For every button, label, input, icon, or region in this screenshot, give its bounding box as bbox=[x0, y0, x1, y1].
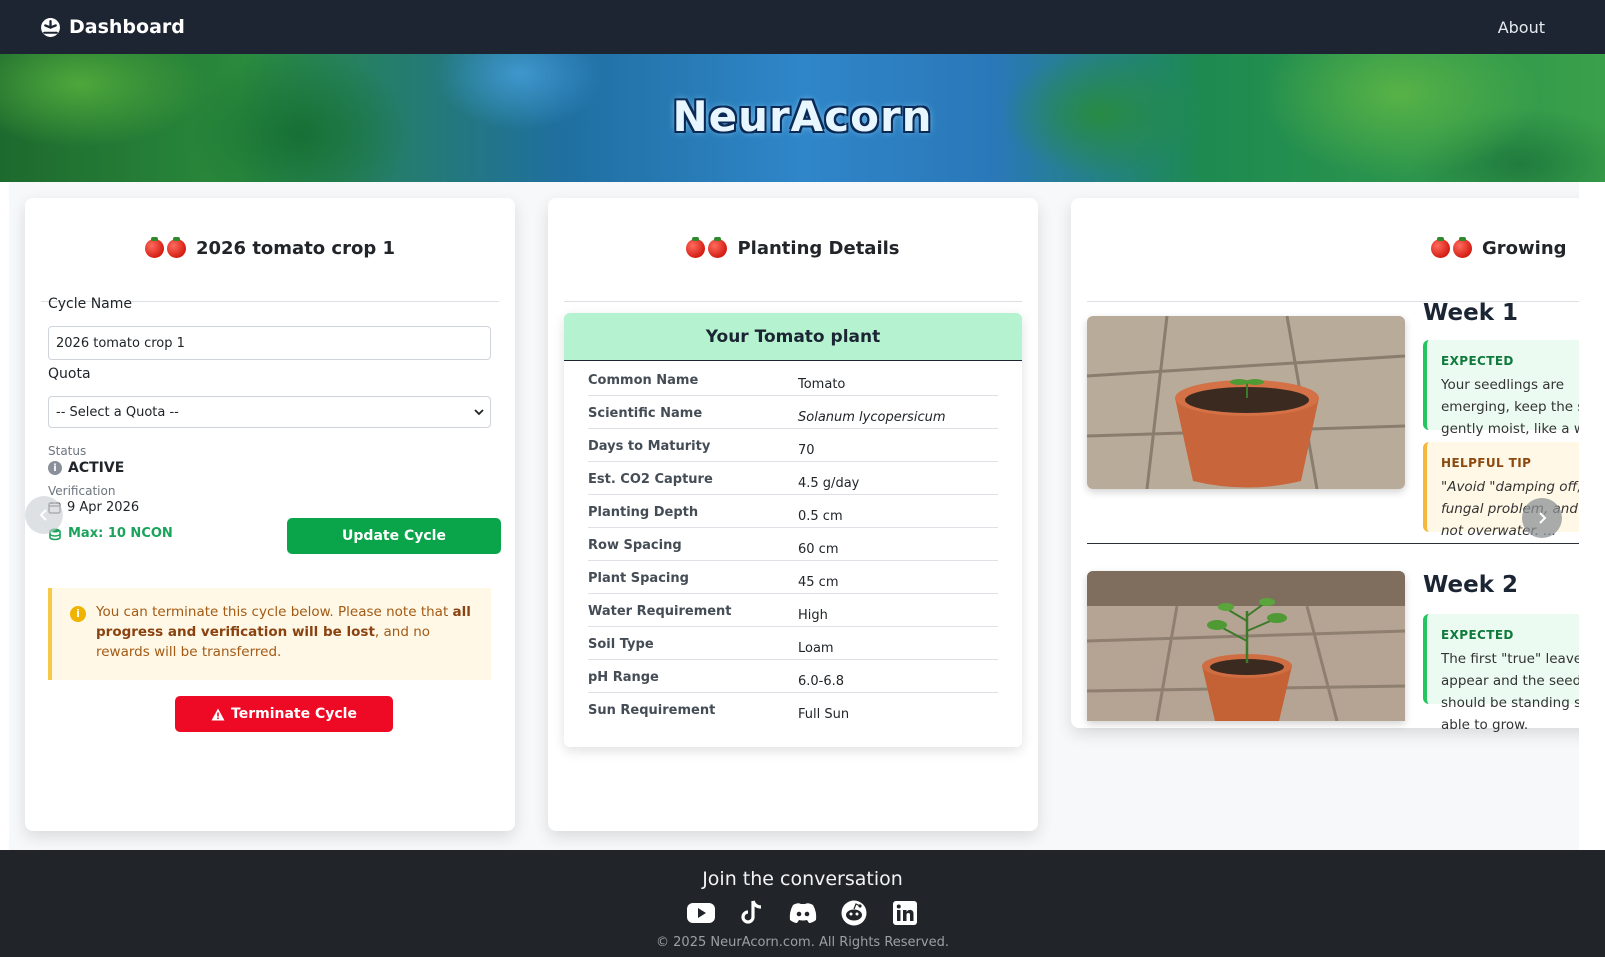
terminate-cycle-button[interactable]: Terminate Cycle bbox=[175, 696, 393, 732]
plant-info-value: 4.5 g/day bbox=[798, 476, 860, 491]
week-1-title: Week 1 bbox=[1423, 300, 1519, 326]
carousel-next-button[interactable] bbox=[1522, 498, 1562, 538]
plant-info-key: Row Spacing bbox=[588, 538, 682, 553]
growing-card-title: Growing bbox=[1431, 237, 1567, 259]
plant-info-value: Solanum lycopersicum bbox=[798, 410, 946, 425]
plant-info-key: Est. CO2 Capture bbox=[588, 472, 713, 487]
plant-info-value: Loam bbox=[798, 641, 834, 656]
brand-label: Dashboard bbox=[69, 16, 185, 38]
hero-banner: NeurAcorn bbox=[0, 54, 1605, 182]
expected-text: The first "true" leaves appear and the s… bbox=[1441, 651, 1579, 733]
plant-info-row: Common Name Tomato bbox=[588, 363, 998, 396]
chevron-left-icon bbox=[39, 509, 47, 521]
tomato-icon bbox=[1431, 237, 1472, 258]
banner-title: NeurAcorn bbox=[672, 92, 933, 141]
plant-info-value: 60 cm bbox=[798, 542, 839, 557]
plant-info-value: 0.5 cm bbox=[798, 509, 843, 524]
site-footer: Join the conversation © 2025 NeurAcorn.c… bbox=[0, 850, 1605, 957]
status-label: Status bbox=[48, 444, 87, 458]
discord-icon[interactable] bbox=[788, 898, 817, 927]
warning-text-prefix: You can terminate this cycle below. Plea… bbox=[96, 604, 453, 620]
cycle-name-input[interactable]: 2026 tomato crop 1 bbox=[48, 326, 491, 360]
footer-title: Join the conversation bbox=[702, 868, 903, 890]
plant-info-key: Sun Requirement bbox=[588, 703, 716, 718]
quota-select[interactable]: -- Select a Quota -- bbox=[48, 396, 491, 428]
carousel-prev-button[interactable] bbox=[25, 496, 63, 534]
top-navbar: Dashboard About bbox=[0, 0, 1605, 54]
plant-info-value: High bbox=[798, 608, 828, 623]
cycle-card: 2026 tomato crop 1 Cycle Name 2026 tomat… bbox=[25, 198, 515, 831]
youtube-icon[interactable] bbox=[686, 898, 715, 927]
plant-info-value: Full Sun bbox=[798, 707, 850, 722]
warning-triangle-icon bbox=[211, 708, 225, 720]
week-2-title: Week 2 bbox=[1423, 572, 1519, 598]
plant-info-row: Scientific Name Solanum lycopersicum bbox=[588, 396, 998, 429]
chevron-down-icon bbox=[474, 409, 484, 416]
plant-info-table: Your Tomato plant Common Name Tomato Scien… bbox=[564, 313, 1022, 747]
terminate-cycle-label: Terminate Cycle bbox=[231, 706, 357, 722]
week-2-expected: EXPECTED The first "true" leaves appear … bbox=[1423, 614, 1579, 733]
helpful-tip-tag: HELPFUL TIP bbox=[1441, 456, 1532, 470]
quota-label: Quota bbox=[48, 366, 91, 382]
plant-info-row: Row Spacing 60 cm bbox=[588, 528, 998, 561]
terminate-warning-alert: i You can terminate this cycle below. Pl… bbox=[48, 588, 491, 680]
tomato-icon bbox=[686, 237, 728, 258]
plant-info-value: Tomato bbox=[798, 377, 846, 392]
max-reward-label: Max: 10 NCON bbox=[68, 526, 173, 541]
plant-info-row: Est. CO2 Capture 4.5 g/day bbox=[588, 462, 998, 495]
tomato-icon bbox=[144, 237, 186, 258]
plant-info-key: Days to Maturity bbox=[588, 439, 711, 454]
week-1-photo bbox=[1087, 316, 1405, 489]
plant-info-value: 45 cm bbox=[798, 575, 839, 590]
info-icon: i bbox=[48, 461, 62, 475]
max-reward-row: Max: 10 NCON bbox=[48, 526, 173, 541]
reddit-icon[interactable] bbox=[839, 898, 868, 927]
status-value: ACTIVE bbox=[68, 460, 125, 476]
week-2-photo bbox=[1087, 571, 1405, 721]
footer-copyright: © 2025 NeurAcorn.com. All Rights Reserve… bbox=[656, 935, 949, 950]
quota-selected-value: -- Select a Quota -- bbox=[56, 404, 179, 420]
plant-info-value: 6.0-6.8 bbox=[798, 674, 845, 689]
nav-about-link[interactable]: About bbox=[1498, 18, 1545, 37]
card-divider bbox=[564, 301, 1022, 302]
expected-tag: EXPECTED bbox=[1441, 628, 1514, 642]
plant-info-row: Soil Type Loam bbox=[588, 627, 998, 660]
cycle-card-title: 2026 tomato crop 1 bbox=[25, 237, 515, 259]
plant-info-key: Common Name bbox=[588, 373, 699, 388]
plant-info-key: pH Range bbox=[588, 670, 659, 685]
social-links bbox=[0, 898, 1605, 927]
plant-info-row: Planting Depth 0.5 cm bbox=[588, 495, 998, 528]
week-1-expected: EXPECTED Your seedlings are emerging, ke… bbox=[1423, 340, 1579, 459]
cycle-name-label: Cycle Name bbox=[48, 296, 133, 312]
carousel-viewport: 2026 tomato crop 1 Cycle Name 2026 tomat… bbox=[9, 182, 1579, 850]
brand-link[interactable]: Dashboard bbox=[40, 16, 185, 38]
plant-info-value: 70 bbox=[798, 443, 815, 458]
verification-label: Verification bbox=[48, 484, 116, 498]
plant-info-key: Water Requirement bbox=[588, 604, 732, 619]
plant-info-key: Planting Depth bbox=[588, 505, 699, 520]
week-separator bbox=[1087, 543, 1579, 544]
linkedin-icon[interactable] bbox=[890, 898, 919, 927]
plant-info-row: Days to Maturity 70 bbox=[588, 429, 998, 462]
tiktok-icon[interactable] bbox=[737, 898, 766, 927]
plant-info-key: Plant Spacing bbox=[588, 571, 689, 586]
planting-card-title: Planting Details bbox=[548, 237, 1038, 259]
plant-info-row: Water Requirement High bbox=[588, 594, 998, 627]
plant-info-header: Your Tomato plant bbox=[564, 313, 1022, 361]
info-icon: i bbox=[70, 606, 86, 622]
chevron-right-icon bbox=[1539, 512, 1547, 524]
status-row: i ACTIVE bbox=[48, 460, 124, 476]
plant-info-row: Sun Requirement Full Sun bbox=[588, 693, 998, 726]
verification-date: 9 Apr 2026 bbox=[67, 500, 140, 515]
growing-card: Growing Week 1 EXPECTED Your seedlings a… bbox=[1071, 198, 1579, 733]
expected-tag: EXPECTED bbox=[1441, 354, 1514, 368]
plant-info-key: Scientific Name bbox=[588, 406, 703, 421]
planting-details-card: Planting Details Your Tomato plant Commo… bbox=[548, 198, 1038, 831]
update-cycle-button[interactable]: Update Cycle bbox=[287, 518, 501, 554]
plant-info-row: Plant Spacing 45 cm bbox=[588, 561, 998, 594]
plant-info-key: Soil Type bbox=[588, 637, 654, 652]
main-content: 2026 tomato crop 1 Cycle Name 2026 tomat… bbox=[0, 182, 1605, 850]
gauge-icon bbox=[41, 17, 60, 37]
plant-info-row: pH Range 6.0-6.8 bbox=[588, 660, 998, 693]
